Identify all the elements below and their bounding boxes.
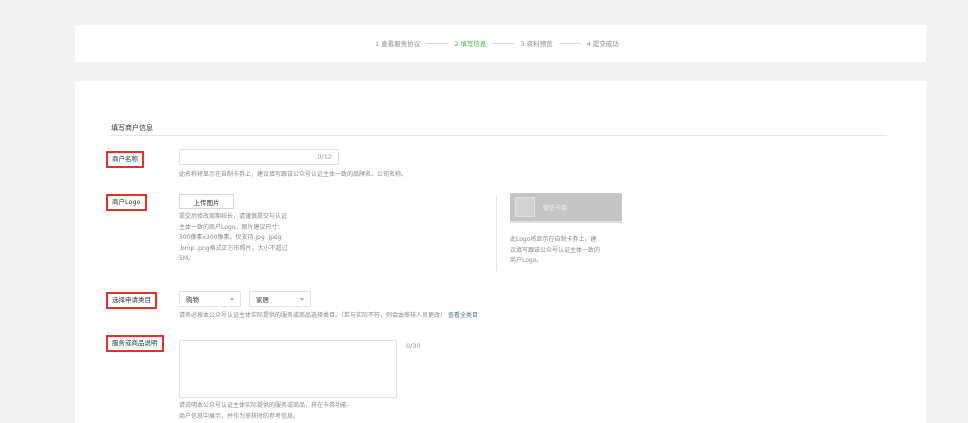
step-2: 2 填写信息 — [454, 40, 487, 48]
category-secondary-select[interactable]: 家居 — [249, 291, 311, 307]
section-title: 填写商户信息 — [111, 124, 153, 132]
category-primary-value: 购物 — [186, 296, 199, 304]
hint-line: 商户Logo。 — [510, 257, 543, 264]
chevron-down-icon — [230, 298, 234, 301]
hint-line: .bmp .png格式正方形照片，大小不超过 — [179, 244, 288, 252]
hint-line: 提交后修改周期较长，请谨慎提交与认证 — [179, 213, 288, 220]
step-connector — [558, 42, 581, 44]
description-label: 服务或商品说明 — [106, 335, 164, 352]
logo-upload-hint: 提交后修改周期较长，请谨慎提交与认证 主体一致的商户Logo。图片建议尺寸： 3… — [179, 212, 324, 265]
chevron-down-icon — [300, 298, 304, 301]
steps-card: 1 查看服务协议 2 填写信息 3 资料预览 4 提交成功 — [75, 25, 926, 62]
card-preview: 微信卡券 — [510, 193, 622, 223]
section-divider — [111, 135, 887, 136]
merchant-name-label: 商户名称 — [106, 151, 144, 168]
hint-line: 主体一致的商户Logo。图片建议尺寸： — [179, 223, 284, 231]
hint-line: 议填写跟该公众号认证主体一致的 — [510, 246, 601, 254]
upload-image-button[interactable]: 上传图片 — [179, 194, 234, 209]
step-3: 3 资料预览 — [520, 40, 553, 48]
category-secondary-value: 家居 — [256, 296, 269, 304]
description-counter: 0/30 — [406, 342, 421, 350]
step-connector — [426, 42, 449, 44]
merchant-logo-label: 商户Logo — [106, 194, 147, 211]
card-preview-name: 微信卡券 — [543, 205, 568, 212]
category-hint: 请务必按本公众号认证主体实际提供的服务或商品选择类目。（若与实际不符，则会由审核… — [179, 310, 478, 319]
preview-hint: 此Logo将显示在自制卡券上，建 议填写跟该公众号认证主体一致的 商户Logo。 — [510, 235, 628, 267]
merchant-name-counter: 0/12 — [317, 153, 332, 161]
category-label: 选择申请类目 — [106, 292, 157, 309]
hint-line: 300像素x300像素。仅支持.jpg .jpeg — [179, 234, 282, 241]
logo-placeholder-icon — [515, 197, 535, 217]
step-indicator: 1 查看服务协议 2 填写信息 3 资料预览 4 提交成功 — [375, 38, 619, 48]
description-textarea[interactable] — [179, 340, 397, 398]
hint-line: 商户信息中展示，并作为审核时的参考信息。 — [179, 412, 300, 420]
view-all-categories-link[interactable]: 查看全类目 — [448, 312, 478, 319]
hint-line: 请说明本公众号认证主体实际提供的服务或商品，将在卡券功能- — [179, 402, 350, 409]
step-1: 1 查看服务协议 — [375, 40, 421, 48]
preview-divider — [496, 196, 497, 271]
card-preview-strip — [510, 221, 622, 223]
step-connector — [492, 42, 515, 44]
merchant-name-input[interactable]: 0/12 — [179, 149, 339, 165]
step-4: 4 提交成功 — [586, 40, 619, 48]
hint-line: 此Logo将显示在自制卡券上，建 — [510, 236, 597, 243]
category-primary-select[interactable]: 购物 — [179, 291, 241, 307]
description-hint: 请说明本公众号认证主体实际提供的服务或商品，将在卡券功能- 商户信息中展示，并作… — [179, 401, 404, 422]
category-hint-text: 请务必按本公众号认证主体实际提供的服务或商品选择类目。（若与实际不符，则会由审核… — [179, 312, 447, 319]
hint-line: 5M。 — [179, 255, 194, 262]
form-card: 填写商户信息 商户名称 0/12 此名称将显示在自制卡券上，建议填写跟该公众号认… — [75, 81, 926, 423]
merchant-name-hint: 此名称将显示在自制卡券上，建议填写跟该公众号认证主体一致的品牌名、公司名称。 — [179, 171, 408, 178]
